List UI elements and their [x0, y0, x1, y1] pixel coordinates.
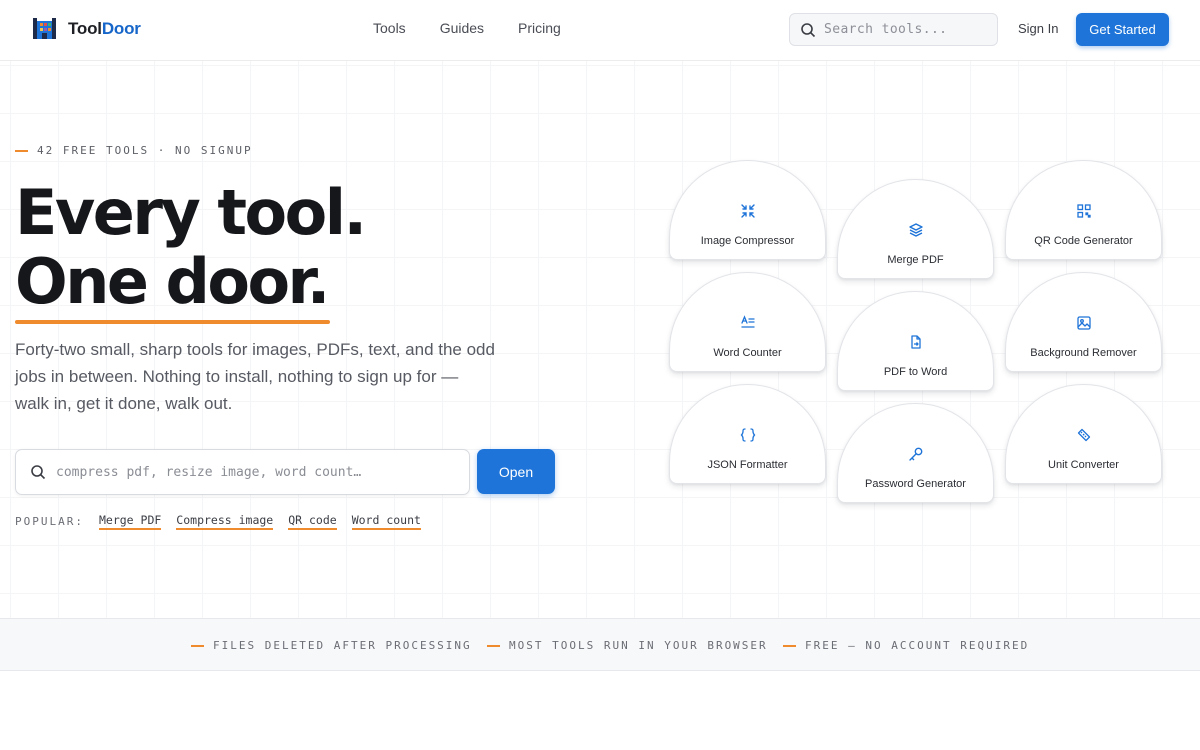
key-icon: [908, 446, 924, 462]
hero-headline: Every tool. One door.: [15, 176, 367, 324]
brand-logo[interactable]: ToolDoor: [33, 17, 141, 41]
accent-dash: [487, 644, 500, 647]
hero-description: Forty-two small, sharp tools for images,…: [15, 340, 495, 413]
tool-card-pdf-to-word[interactable]: PDF to Word: [837, 291, 994, 391]
tool-card-word-counter[interactable]: Word Counter: [669, 272, 826, 372]
popular-label: POPULAR:: [15, 515, 84, 528]
get-started-button[interactable]: Get Started: [1076, 13, 1169, 46]
main-nav: Tools Guides Pricing: [373, 20, 561, 36]
popular-link-compress-image[interactable]: Compress image: [176, 513, 274, 530]
layers-icon: [908, 222, 924, 238]
compress-icon: [740, 203, 756, 219]
popular-links: POPULAR: Merge PDF Compress image QR cod…: [15, 513, 421, 530]
headline-line-1: Every tool.: [15, 176, 367, 249]
nav-tools[interactable]: Tools: [373, 20, 406, 36]
tool-card-password-generator[interactable]: Password Generator: [837, 403, 994, 503]
accent-dash: [15, 149, 28, 152]
trust-item: FILES DELETED AFTER PROCESSING: [191, 639, 472, 652]
open-button[interactable]: Open: [477, 449, 555, 494]
popular-link-word-count[interactable]: Word count: [351, 513, 421, 530]
hero-eyebrow: 42 FREE TOOLS · NO SIGNUP: [15, 144, 253, 157]
nav-pricing[interactable]: Pricing: [518, 20, 561, 36]
image-icon: [1076, 315, 1092, 331]
trust-item: FREE — NO ACCOUNT REQUIRED: [783, 639, 1029, 652]
braces-icon: [740, 427, 756, 443]
search-icon: [801, 22, 816, 37]
tool-card-merge-pdf[interactable]: Merge PDF: [837, 179, 994, 279]
tool-card-image-compressor[interactable]: Image Compressor: [669, 160, 826, 260]
trust-strip: FILES DELETED AFTER PROCESSING MOST TOOL…: [0, 618, 1200, 671]
tool-card-unit-converter[interactable]: Unit Converter: [1005, 384, 1162, 484]
popular-link-merge-pdf[interactable]: Merge PDF: [98, 513, 162, 530]
tool-card-qr-code-generator[interactable]: QR Code Generator: [1005, 160, 1162, 260]
popular-link-qr-code[interactable]: QR code: [288, 513, 337, 530]
search-icon: [31, 465, 46, 480]
sign-in-link[interactable]: Sign In: [1018, 21, 1058, 36]
hero-section: 42 FREE TOOLS · NO SIGNUP Every tool. On…: [0, 61, 1200, 618]
tool-card-json-formatter[interactable]: JSON Formatter: [669, 384, 826, 484]
door-logo-icon: [33, 18, 56, 39]
text-count-icon: [740, 315, 756, 331]
brand-name: ToolDoor: [68, 19, 141, 38]
qr-code-icon: [1076, 203, 1092, 219]
accent-dash: [783, 644, 796, 647]
tool-search[interactable]: [15, 449, 470, 495]
header-search-input[interactable]: [824, 22, 984, 37]
accent-dash: [191, 644, 204, 647]
tool-search-input[interactable]: [56, 464, 446, 480]
header-search[interactable]: [789, 13, 998, 46]
site-header: ToolDoor Tools Guides Pricing Sign In Ge…: [0, 0, 1200, 61]
headline-line-2: One door.: [15, 245, 330, 324]
trust-item: MOST TOOLS RUN IN YOUR BROWSER: [487, 639, 768, 652]
nav-guides[interactable]: Guides: [440, 20, 484, 36]
ruler-icon: [1076, 427, 1092, 443]
tool-card-background-remover[interactable]: Background Remover: [1005, 272, 1162, 372]
file-convert-icon: [908, 334, 924, 350]
